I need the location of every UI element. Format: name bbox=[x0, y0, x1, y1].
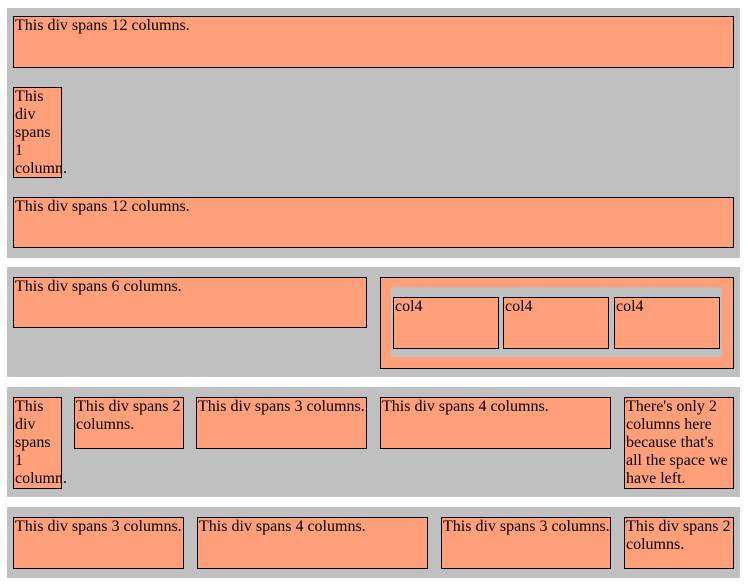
span-1-box: This div spans 1 column. bbox=[13, 87, 67, 178]
col4-box: col4 bbox=[614, 297, 720, 349]
span-3-box: This div spans 3 columns. bbox=[196, 397, 367, 449]
span-4-box: This div spans 4 columns. bbox=[380, 397, 611, 449]
span-6-box: This div spans 6 columns. bbox=[13, 277, 367, 328]
span-2-box: This div spans 2 columns. bbox=[74, 397, 184, 449]
col4-box: col4 bbox=[393, 297, 499, 349]
span-12-box: This div spans 12 columns. bbox=[13, 197, 734, 248]
span-2-box: This div spans 2 columns. bbox=[624, 517, 734, 569]
span-1-box: This div spans 1 column. bbox=[13, 397, 67, 489]
col4-box: col4 bbox=[503, 297, 609, 349]
span-4-box: This div spans 4 columns. bbox=[197, 517, 428, 569]
span-3-box: This div spans 3 columns. bbox=[13, 517, 184, 569]
span-2-box: There's only 2 columns here because that… bbox=[624, 397, 734, 489]
span-3-box: This div spans 3 columns. bbox=[441, 517, 611, 569]
span-12-box: This div spans 12 columns. bbox=[13, 16, 734, 68]
